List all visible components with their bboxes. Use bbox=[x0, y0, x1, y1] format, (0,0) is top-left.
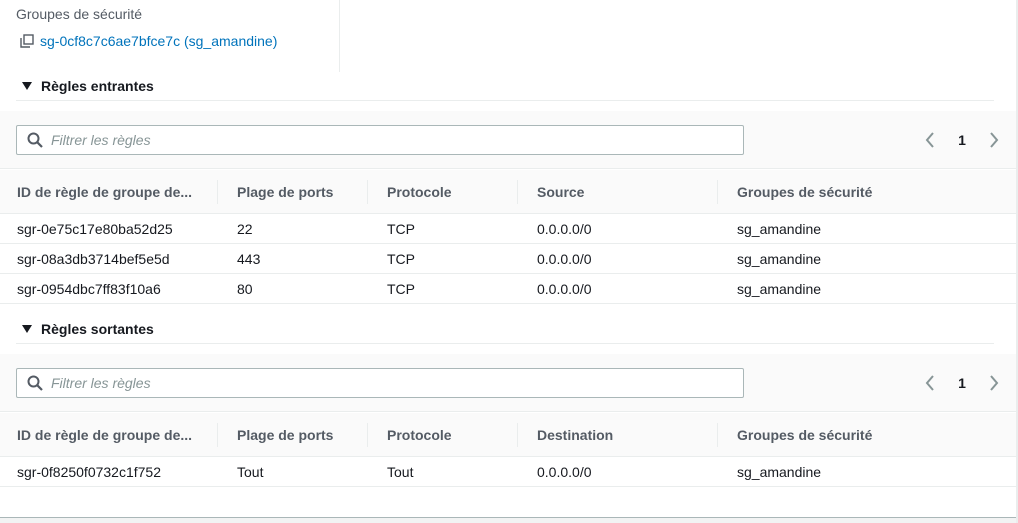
outbound-rules-title: Règles sortantes bbox=[41, 320, 154, 337]
security-groups-panel: Groupes de sécurité sg-0cf8c7c6ae7bfce7c… bbox=[0, 0, 340, 72]
source-cell: 0.0.0.0/0 bbox=[537, 221, 592, 237]
outbound-page-number[interactable]: 1 bbox=[958, 375, 966, 391]
column-header-port-range[interactable]: Plage de ports bbox=[237, 170, 333, 214]
source-cell: 0.0.0.0/0 bbox=[537, 251, 592, 267]
inbound-pagination: 1 bbox=[922, 129, 1002, 151]
rule-id-cell: sgr-08a3db3714bef5e5d bbox=[17, 251, 170, 267]
outbound-filter-input[interactable] bbox=[51, 375, 731, 391]
chevron-right-icon[interactable] bbox=[986, 373, 1002, 393]
destination-cell: 0.0.0.0/0 bbox=[537, 464, 592, 480]
protocol-cell: Tout bbox=[387, 464, 414, 480]
outbound-filter-bar: 1 bbox=[0, 354, 1018, 412]
port-range-cell: 80 bbox=[237, 281, 253, 297]
outbound-rules-header[interactable]: Règles sortantes bbox=[16, 314, 994, 344]
protocol-cell: TCP bbox=[387, 281, 415, 297]
column-divider bbox=[217, 423, 218, 447]
port-range-cell: 443 bbox=[237, 251, 261, 267]
column-divider bbox=[517, 180, 518, 204]
table-row: sgr-08a3db3714bef5e5d 443 TCP 0.0.0.0/0 … bbox=[0, 244, 1018, 274]
chevron-left-icon[interactable] bbox=[922, 373, 938, 393]
column-divider bbox=[217, 180, 218, 204]
table-row: sgr-0f8250f0732c1f752 Tout Tout 0.0.0.0/… bbox=[0, 457, 1018, 487]
chevron-right-icon[interactable] bbox=[986, 130, 1002, 150]
chevron-left-icon[interactable] bbox=[922, 130, 938, 150]
outbound-pagination: 1 bbox=[922, 372, 1002, 394]
outbound-filter-field[interactable] bbox=[16, 368, 744, 398]
copy-icon[interactable] bbox=[20, 34, 34, 48]
column-header-destination[interactable]: Destination bbox=[537, 413, 613, 457]
inbound-table-header: ID de règle de groupe de... Plage de por… bbox=[0, 170, 1018, 214]
caret-down-icon bbox=[22, 81, 32, 90]
panel-bottom-border bbox=[0, 517, 1018, 523]
security-group-link[interactable]: sg-0cf8c7c6ae7bfce7c (sg_amandine) bbox=[20, 33, 277, 49]
inbound-rules-title: Règles entrantes bbox=[41, 77, 154, 94]
port-range-cell: Tout bbox=[237, 464, 264, 480]
security-group-cell: sg_amandine bbox=[737, 281, 822, 297]
column-divider bbox=[517, 423, 518, 447]
inbound-filter-field[interactable] bbox=[16, 125, 744, 155]
column-header-port-range[interactable]: Plage de ports bbox=[237, 413, 333, 457]
security-group-link-text[interactable]: sg-0cf8c7c6ae7bfce7c (sg_amandine) bbox=[40, 33, 277, 49]
inbound-page-number[interactable]: 1 bbox=[958, 132, 966, 148]
inbound-filter-bar: 1 bbox=[0, 111, 1018, 169]
inbound-filter-input[interactable] bbox=[51, 132, 731, 148]
outbound-table-header: ID de règle de groupe de... Plage de por… bbox=[0, 413, 1018, 457]
inbound-rules-header[interactable]: Règles entrantes bbox=[16, 71, 994, 101]
table-row: sgr-0954dbc7ff83f10a6 80 TCP 0.0.0.0/0 s… bbox=[0, 274, 1018, 304]
security-group-cell: sg_amandine bbox=[737, 251, 822, 267]
column-divider bbox=[717, 423, 718, 447]
caret-down-icon bbox=[22, 324, 32, 333]
column-divider bbox=[367, 423, 368, 447]
search-icon bbox=[27, 375, 43, 391]
column-header-security-groups[interactable]: Groupes de sécurité bbox=[737, 170, 872, 214]
search-icon bbox=[27, 132, 43, 148]
protocol-cell: TCP bbox=[387, 221, 415, 237]
column-header-protocol[interactable]: Protocole bbox=[387, 413, 452, 457]
column-header-security-groups[interactable]: Groupes de sécurité bbox=[737, 413, 872, 457]
protocol-cell: TCP bbox=[387, 251, 415, 267]
rule-id-cell: sgr-0954dbc7ff83f10a6 bbox=[17, 281, 161, 297]
column-header-rule-id[interactable]: ID de règle de groupe de... bbox=[17, 413, 192, 457]
rule-id-cell: sgr-0f8250f0732c1f752 bbox=[17, 464, 161, 480]
column-header-rule-id[interactable]: ID de règle de groupe de... bbox=[17, 170, 192, 214]
rule-id-cell: sgr-0e75c17e80ba52d25 bbox=[17, 221, 173, 237]
column-header-protocol[interactable]: Protocole bbox=[387, 170, 452, 214]
port-range-cell: 22 bbox=[237, 221, 253, 237]
security-groups-label: Groupes de sécurité bbox=[16, 6, 143, 22]
source-cell: 0.0.0.0/0 bbox=[537, 281, 592, 297]
column-header-source[interactable]: Source bbox=[537, 170, 584, 214]
security-group-cell: sg_amandine bbox=[737, 221, 822, 237]
table-row: sgr-0e75c17e80ba52d25 22 TCP 0.0.0.0/0 s… bbox=[0, 214, 1018, 244]
column-divider bbox=[367, 180, 368, 204]
column-divider bbox=[717, 180, 718, 204]
security-group-cell: sg_amandine bbox=[737, 464, 822, 480]
